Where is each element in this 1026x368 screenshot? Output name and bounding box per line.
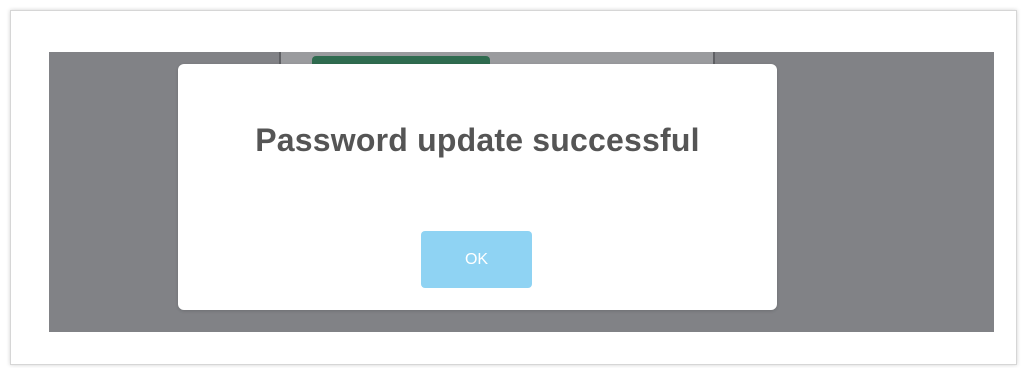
success-dialog: Password update successful OK bbox=[178, 64, 777, 310]
dialog-title: Password update successful bbox=[255, 122, 700, 158]
ok-button[interactable]: OK bbox=[421, 231, 532, 288]
